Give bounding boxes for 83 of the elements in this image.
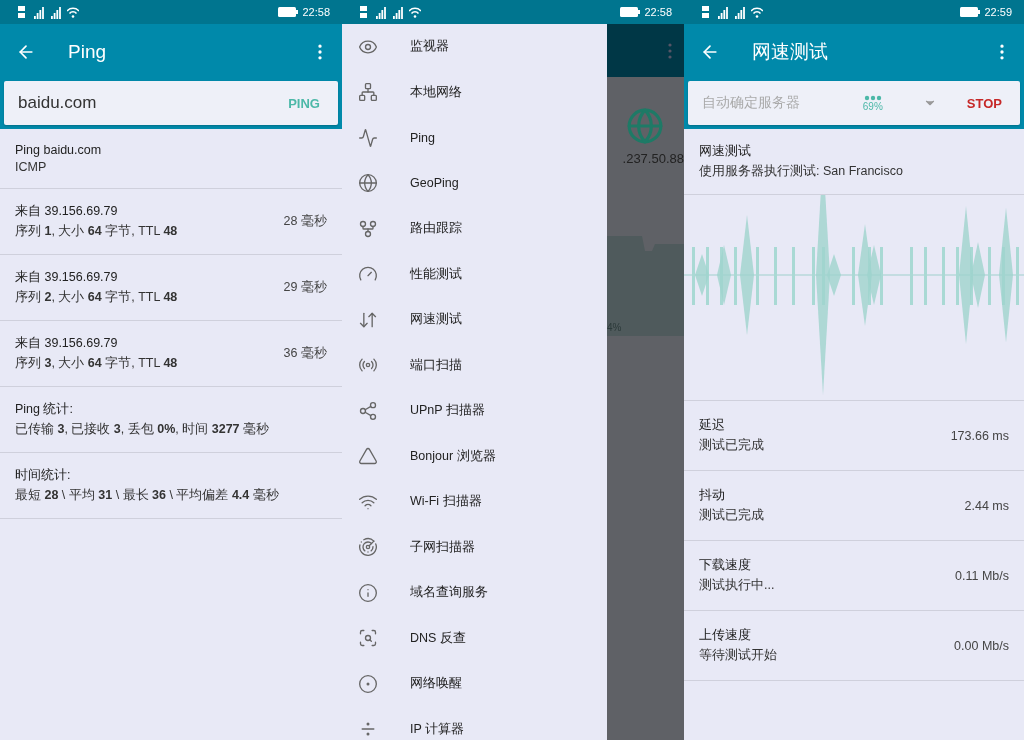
drawer-item[interactable]: IP 计算器 bbox=[342, 706, 607, 740]
drawer-item[interactable]: Bonjour 浏览器 bbox=[342, 433, 607, 479]
test-title: 网速测试 bbox=[699, 143, 752, 160]
drawer-item[interactable]: 网速测试 bbox=[342, 297, 607, 343]
stats-title: Ping 统计: bbox=[15, 401, 74, 418]
sim-card-icon bbox=[700, 5, 712, 19]
drawer-item[interactable]: 端口扫描 bbox=[342, 342, 607, 388]
signal-icon bbox=[375, 5, 387, 19]
reply-source: 来自 39.156.69.79 bbox=[15, 335, 119, 352]
metric-status: 测试已完成 bbox=[699, 437, 765, 454]
reply-details: 序列 1, 大小 64 字节, TTL 48 bbox=[15, 223, 179, 240]
progress-text: 69% bbox=[862, 100, 883, 112]
globe-icon bbox=[358, 173, 378, 194]
signal-icon bbox=[33, 5, 45, 19]
ping-title: Ping baidu.com bbox=[15, 143, 103, 157]
drawer-item[interactable]: 域名查询服务 bbox=[342, 570, 607, 616]
drawer-item[interactable]: 本地网络 bbox=[342, 69, 607, 115]
network-icon bbox=[358, 82, 378, 103]
stats-text: 已传输 3, 已接收 3, 丢包 0%, 时间 3277 毫秒 bbox=[15, 421, 271, 438]
screen-title: 网速测试 bbox=[752, 39, 829, 64]
metric-value: 0.11 Mb/s bbox=[955, 568, 1009, 583]
drawer-item[interactable]: 性能测试 bbox=[342, 251, 607, 297]
metric-title: 延迟 bbox=[699, 417, 726, 434]
host-input-field[interactable]: baidu.com PING bbox=[4, 81, 338, 125]
metric-status: 测试已完成 bbox=[699, 507, 765, 524]
metric-status: 测试执行中... bbox=[699, 577, 776, 594]
server-text: 使用服务器执行测试: San Francisco bbox=[699, 163, 904, 180]
stats-text: 最短 28 \ 平均 31 \ 最长 36 \ 平均偏差 4.4 毫秒 bbox=[15, 487, 280, 504]
metric-status: 等待测试开始 bbox=[699, 647, 778, 664]
metric-value: 173.66 ms bbox=[950, 428, 1009, 443]
wifi-icon bbox=[751, 5, 763, 19]
drawer-item[interactable]: GeoPing bbox=[342, 160, 607, 206]
stop-button[interactable]: STOP bbox=[962, 91, 1006, 115]
nodes-icon bbox=[358, 400, 378, 421]
server-select-field[interactable]: 自动确定服务器 69% STOP bbox=[688, 81, 1020, 125]
pulse-icon bbox=[358, 127, 378, 148]
status-time: 22:59 bbox=[984, 6, 1012, 18]
loading-dots-icon bbox=[863, 94, 882, 101]
protocol-text: ICMP bbox=[15, 160, 48, 174]
drawer-item[interactable]: 网络唤醒 bbox=[342, 661, 607, 707]
stats-title: 时间统计: bbox=[15, 467, 72, 484]
drawer-item[interactable]: UPnP 扫描器 bbox=[342, 388, 607, 434]
wifi-icon bbox=[67, 5, 79, 19]
sim-card-icon bbox=[358, 5, 370, 19]
metric-value: 0.00 Mb/s bbox=[954, 638, 1009, 653]
reply-time: 29 毫秒 bbox=[283, 279, 327, 296]
triangle-icon bbox=[358, 446, 378, 467]
sim-card-icon bbox=[16, 5, 28, 19]
magnifier-icon bbox=[358, 628, 378, 649]
status-time: 22:58 bbox=[644, 6, 672, 18]
signal-icon bbox=[392, 5, 404, 19]
signal-icon bbox=[50, 5, 62, 19]
metric-title: 抖动 bbox=[699, 487, 726, 504]
signal-icon bbox=[734, 5, 746, 19]
reply-source: 来自 39.156.69.79 bbox=[15, 269, 119, 286]
reply-time: 36 毫秒 bbox=[283, 345, 327, 362]
radar-icon bbox=[358, 537, 378, 558]
ip-address-text: .237.50.88 bbox=[622, 151, 684, 166]
reply-details: 序列 3, 大小 64 字节, TTL 48 bbox=[15, 355, 179, 372]
metric-title: 上传速度 bbox=[699, 627, 752, 644]
drawer-item[interactable]: Wi-Fi 扫描器 bbox=[342, 479, 607, 525]
reply-source: 来自 39.156.69.79 bbox=[15, 203, 119, 220]
metric-title: 下载速度 bbox=[699, 557, 752, 574]
info-icon bbox=[358, 582, 378, 603]
route-icon bbox=[358, 218, 378, 239]
battery-icon bbox=[620, 7, 641, 17]
battery-icon bbox=[278, 7, 299, 17]
reply-details: 序列 2, 大小 64 字节, TTL 48 bbox=[15, 289, 179, 306]
signal-icon bbox=[717, 5, 729, 19]
metric-value: 2.44 ms bbox=[964, 498, 1009, 513]
globe-icon bbox=[626, 107, 664, 145]
drawer-item[interactable]: DNS 反查 bbox=[342, 615, 607, 661]
drawer-item[interactable]: 子网扫描器 bbox=[342, 524, 607, 570]
drawer-item[interactable]: 监视器 bbox=[342, 24, 607, 70]
circle-dot-icon bbox=[358, 673, 378, 694]
battery-icon bbox=[960, 7, 981, 17]
drawer-item[interactable]: 路由跟踪 bbox=[342, 206, 607, 252]
screen-title: Ping bbox=[68, 40, 108, 63]
status-time: 22:58 bbox=[302, 6, 330, 18]
drawer-item[interactable]: Ping bbox=[342, 115, 607, 161]
more-icon bbox=[668, 42, 672, 59]
reply-time: 28 毫秒 bbox=[283, 213, 327, 230]
wifi-icon bbox=[409, 5, 421, 19]
